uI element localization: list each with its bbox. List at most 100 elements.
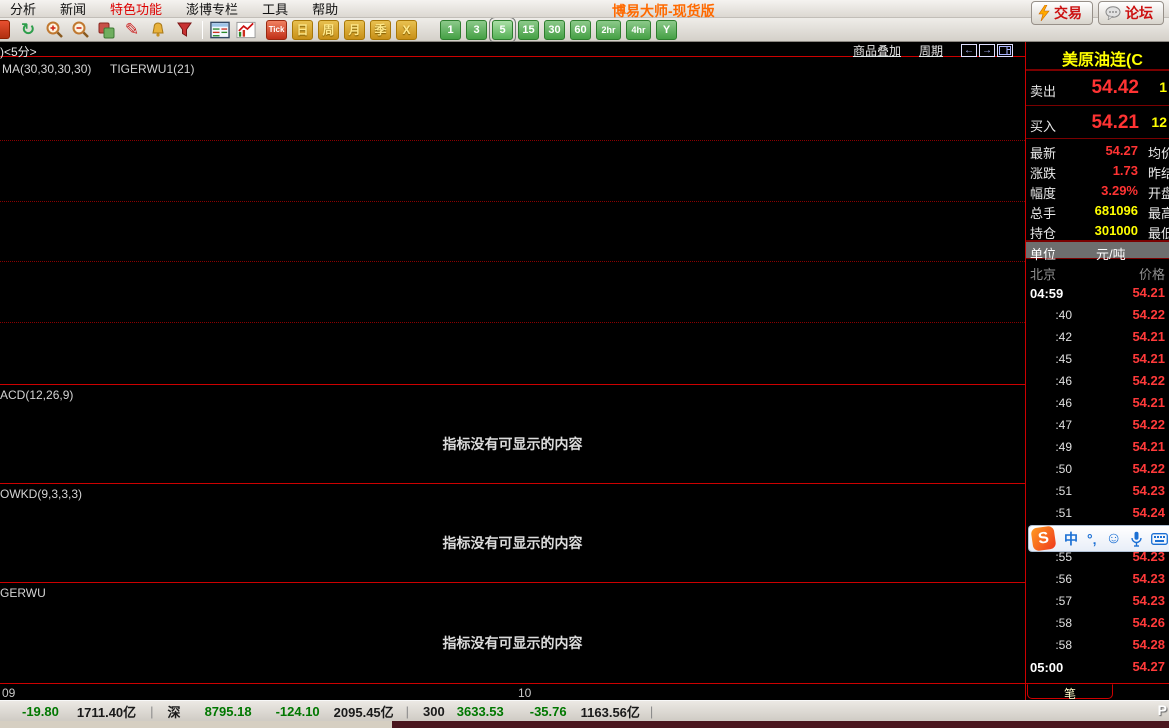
minute-button-1[interactable]: 1 [440, 20, 461, 40]
trend-chart-icon[interactable] [236, 20, 256, 40]
period-button-month[interactable]: 月 [344, 20, 365, 40]
index-status-bar: -19.80 1711.40亿 | 深 8795.18 -124.10 2095… [0, 700, 1169, 721]
menu-special-features[interactable]: 特色功能 [110, 0, 162, 18]
period-button-day[interactable]: 日 [292, 20, 313, 40]
forum-button-label: 论坛 [1125, 3, 1153, 23]
clipped-tool-icon[interactable] [0, 20, 10, 39]
sh-index-turnover[interactable]: 1711.40亿 [77, 702, 136, 721]
minute-button-60[interactable]: 60 [570, 20, 591, 40]
bid-qty: 12 [1151, 114, 1167, 130]
sz-index-turnover[interactable]: 2095.45亿 [334, 702, 394, 721]
ime-emoji-icon[interactable]: ☺ [1106, 532, 1122, 546]
sz-index-change[interactable]: -124.10 [276, 704, 320, 719]
tick-row: :4054.22 [1026, 304, 1169, 326]
app-title: 博易大师-现货版 [612, 1, 715, 21]
sz-index-value[interactable]: 8795.18 [205, 704, 252, 719]
instrument-period-label: )<5分> [0, 43, 37, 60]
ticklist-header-left: 北京 [1030, 264, 1056, 283]
ime-chinese-mode-icon[interactable]: 中 [1064, 532, 1078, 546]
speech-bubble-icon [1105, 6, 1121, 20]
sz-index-name[interactable]: 深 [168, 702, 181, 721]
quote-table-icon[interactable] [210, 20, 230, 40]
minute-button-year[interactable]: Y [656, 20, 677, 40]
sogou-logo-icon[interactable]: S [1031, 526, 1057, 552]
tick-row: :4554.21 [1026, 348, 1169, 370]
minute-button-2hr[interactable]: 2hr [596, 20, 621, 40]
minute-button-15[interactable]: 15 [518, 20, 539, 40]
split-window-icon[interactable] [997, 44, 1013, 57]
contract-title: 美原油连(C [1062, 46, 1143, 70]
total-volume: 681096 [1095, 203, 1138, 218]
pobo-watermark: P [1158, 702, 1167, 718]
minute-button-3[interactable]: 3 [466, 20, 487, 40]
macd-indicator-label: ACD(12,26,9) [0, 388, 73, 402]
open-interest: 301000 [1095, 223, 1138, 238]
refresh-icon[interactable]: ↻ [18, 20, 38, 40]
minute-button-5-selected[interactable]: 5 [492, 20, 513, 40]
menu-analysis[interactable]: 分析 [10, 0, 36, 18]
slowkd-indicator-label: OWKD(9,3,3,3) [0, 487, 82, 501]
menu-bar: 分析 新闻 特色功能 澎博专栏 工具 帮助 博易大师-现货版 [0, 0, 1169, 18]
ime-punctuation-icon[interactable]: °‚ [1087, 532, 1097, 546]
unit-row: 单位 元/吨 [1026, 240, 1169, 259]
period-link[interactable]: 周期 [919, 42, 943, 59]
filter-funnel-icon[interactable] [174, 20, 194, 40]
quote-panel: 美原油连(C 卖出 54.42 1 买入 54.21 12 最新 54.27 均… [1026, 42, 1169, 700]
draw-pencil-icon[interactable]: ✎ [122, 20, 142, 40]
overlay-link[interactable]: 商品叠加 [853, 42, 901, 59]
ask-label: 卖出 [1030, 81, 1056, 100]
chart-header: )<5分> 商品叠加 周期 ← → [0, 42, 1025, 57]
tick-row: :5154.23 [1026, 480, 1169, 502]
chart-bottom-border [0, 683, 1025, 684]
no-indicator-content-text: 指标没有可显示的内容 [0, 434, 1025, 454]
ime-microphone-icon[interactable] [1131, 531, 1142, 547]
ticklist-header-right: 价格 [1139, 264, 1165, 283]
trade-button-label: 交易 [1054, 3, 1082, 23]
lightning-icon [1038, 5, 1050, 21]
bid-label: 买入 [1030, 116, 1056, 135]
tigerwu-indicator-label: GERWU [0, 586, 46, 600]
detail-row-change: 涨跌 1.73 昨结 [1026, 160, 1169, 180]
csi300-name[interactable]: 300 [423, 704, 445, 719]
ticklist-header: 北京 价格 [1026, 262, 1169, 282]
nav-back-icon[interactable]: ← [961, 44, 977, 57]
toolbar-separator [202, 21, 203, 39]
zoom-out-icon[interactable] [70, 20, 90, 40]
gridline [0, 140, 1025, 141]
ime-keyboard-icon[interactable] [1151, 533, 1168, 545]
menu-pengbo-column[interactable]: 澎博专栏 [186, 0, 238, 18]
menu-news[interactable]: 新闻 [60, 0, 86, 18]
pane-divider [0, 384, 1025, 385]
csi300-change[interactable]: -35.76 [530, 704, 567, 719]
trade-button[interactable]: 交易 [1031, 1, 1093, 25]
minute-button-30[interactable]: 30 [544, 20, 565, 40]
toolbar: ↻ ✎ Tick 日 周 月 季 X 1 3 5 15 [0, 18, 1169, 42]
x-axis-label: 09 [2, 686, 15, 700]
menu-tools[interactable]: 工具 [262, 0, 288, 18]
csi300-turnover[interactable]: 1163.56亿 [581, 702, 640, 721]
overlay-layers-icon[interactable] [96, 20, 116, 40]
minute-button-4hr[interactable]: 4hr [626, 20, 651, 40]
tab-tick-by-tick[interactable]: 笔 [1027, 684, 1113, 699]
menu-help[interactable]: 帮助 [312, 0, 338, 18]
alert-bell-icon[interactable] [148, 20, 168, 40]
nav-forward-icon[interactable]: → [979, 44, 995, 57]
forum-button[interactable]: 论坛 [1098, 1, 1164, 25]
tick-row: :5854.26 [1026, 612, 1169, 634]
detail-row-volume: 总手 681096 最高 [1026, 200, 1169, 220]
period-button-week[interactable]: 周 [318, 20, 339, 40]
zoom-in-icon[interactable] [44, 20, 64, 40]
sh-index-change[interactable]: -19.80 [22, 704, 59, 719]
bid-row: 买入 54.21 12 [1026, 107, 1169, 139]
period-button-custom[interactable]: X [396, 20, 417, 40]
detail-row-openinterest: 持仓 301000 最低 [1026, 220, 1169, 240]
change-percent: 3.29% [1101, 183, 1138, 198]
csi300-value[interactable]: 3633.53 [457, 704, 504, 719]
period-button-tick[interactable]: Tick [266, 20, 287, 40]
tick-row: :4654.22 [1026, 370, 1169, 392]
app-window: 分析 新闻 特色功能 澎博专栏 工具 帮助 博易大师-现货版 交易 论坛 ↻ [0, 0, 1169, 728]
gridline [0, 322, 1025, 323]
period-button-quarter[interactable]: 季 [370, 20, 391, 40]
tick-row: :5754.23 [1026, 590, 1169, 612]
tick-row: :5054.22 [1026, 458, 1169, 480]
